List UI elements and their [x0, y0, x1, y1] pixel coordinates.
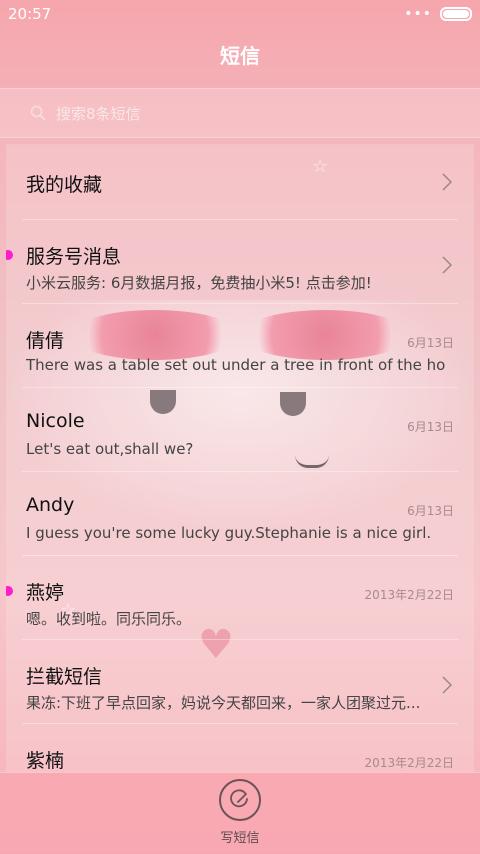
conversation-date: 2013年2月22日 — [364, 588, 454, 602]
conversation-name: Andy — [26, 494, 75, 516]
bottom-bar: 写短信 — [0, 772, 480, 854]
status-time: 20:57 — [8, 5, 52, 23]
conversation-date: 6月13日 — [407, 420, 454, 434]
list-item[interactable]: 燕婷 2013年2月22日 嗯。收到啦。同乐同乐。 — [6, 556, 474, 640]
conversation-snippet: 嗯。收到啦。同乐同乐。 — [26, 610, 192, 628]
chevron-right-icon — [442, 256, 452, 274]
conversation-date: 6月13日 — [407, 504, 454, 518]
conversation-date: 2013年2月22日 — [364, 756, 454, 770]
conversation-date: 6月13日 — [407, 336, 454, 350]
battery-icon — [440, 7, 472, 21]
conversation-list[interactable]: 我的收藏 服务号消息 小米云服务: 6月数据月报，免费抽小米5! 点击参加! 倩… — [6, 144, 474, 772]
compose-icon — [230, 789, 248, 808]
conversation-snippet: 小米云服务: 6月数据月报，免费抽小米5! 点击参加! — [26, 274, 372, 292]
unread-indicator — [6, 586, 13, 596]
conversation-name: 拦截短信 — [26, 666, 103, 688]
list-item[interactable]: 服务号消息 小米云服务: 6月数据月报，免费抽小米5! 点击参加! — [6, 220, 474, 304]
conversation-name: 紫楠 — [26, 750, 65, 772]
page-title: 短信 — [220, 44, 260, 68]
chevron-right-icon — [442, 676, 452, 694]
conversation-snippet: I guess you're some lucky guy.Stephanie … — [26, 524, 432, 542]
compose-label[interactable]: 写短信 — [0, 827, 480, 846]
notification-dots-icon: ••• — [404, 6, 432, 22]
compose-button[interactable] — [219, 779, 261, 821]
list-item[interactable]: 拦截短信 果冻:下班了早点回家，妈说今天都回来，一家人团聚过元... — [6, 640, 474, 724]
list-item[interactable]: 我的收藏 — [6, 144, 474, 220]
conversation-snippet: 果冻:下班了早点回家，妈说今天都回来，一家人团聚过元... — [26, 694, 421, 712]
conversation-name: Nicole — [26, 410, 85, 432]
status-bar: 20:57 ••• — [0, 0, 480, 28]
conversation-name: 倩倩 — [26, 330, 65, 352]
unread-indicator — [6, 250, 13, 260]
list-item[interactable]: 紫楠 2013年2月22日 — [6, 724, 474, 772]
search-placeholder: 搜索8条短信 — [56, 104, 141, 123]
conversation-name: 燕婷 — [26, 582, 65, 604]
conversation-snippet: There was a table set out under a tree i… — [26, 356, 446, 374]
list-item[interactable]: Andy 6月13日 I guess you're some lucky guy… — [6, 472, 474, 556]
conversation-name: 服务号消息 — [26, 246, 122, 268]
conversation-snippet: Let's eat out,shall we? — [26, 440, 194, 458]
list-item[interactable]: Nicole 6月13日 Let's eat out,shall we? — [6, 388, 474, 472]
search-input[interactable]: 搜索8条短信 — [0, 88, 480, 138]
search-icon — [30, 105, 46, 121]
chevron-right-icon — [442, 173, 452, 191]
list-item[interactable]: 倩倩 6月13日 There was a table set out under… — [6, 304, 474, 388]
conversation-name: 我的收藏 — [26, 174, 103, 196]
